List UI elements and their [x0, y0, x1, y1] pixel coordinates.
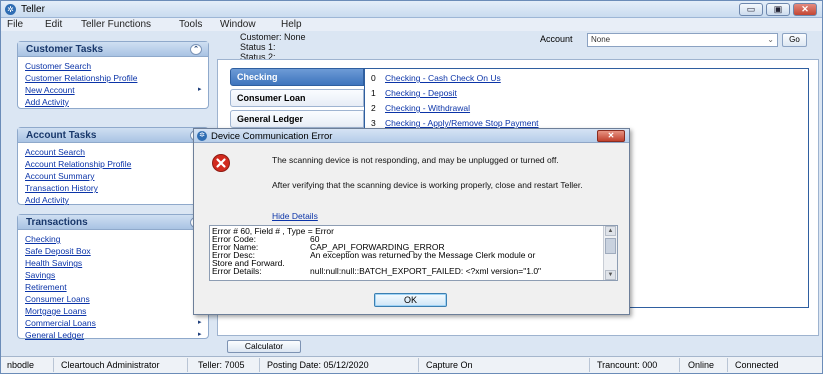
account-search-link[interactable]: Account Search: [25, 146, 208, 158]
transactions-item-commercial-loans[interactable]: Commercial Loans ▸: [25, 317, 208, 329]
status-connected: Connected: [735, 360, 779, 370]
collapse-icon[interactable]: ⌃: [190, 44, 202, 55]
menu-help[interactable]: Help: [281, 19, 302, 30]
transactions-item-checking[interactable]: Checking: [25, 233, 208, 245]
customer-tasks-header: Customer Tasks ⌃: [18, 42, 208, 57]
menu-tools[interactable]: Tools: [179, 19, 202, 30]
menu-edit[interactable]: Edit: [45, 19, 62, 30]
account-summary-link[interactable]: Account Summary: [25, 170, 208, 182]
teller-logo-icon: ✲: [197, 131, 207, 141]
deposit-link[interactable]: Checking - Deposit: [385, 88, 457, 98]
status-role: Cleartouch Administrator: [61, 360, 160, 370]
status-teller: Teller: 7005: [198, 360, 245, 370]
tab-general-ledger[interactable]: General Ledger: [230, 110, 364, 128]
transactions-item-general-ledger[interactable]: General Ledger ▸: [25, 329, 208, 341]
status-capture: Capture On: [426, 360, 473, 370]
customer-info: Customer: None Status 1: Status 2:: [240, 32, 306, 62]
chevron-down-icon: ⌄: [767, 35, 774, 44]
calculator-button[interactable]: Calculator: [227, 340, 301, 353]
transactions-item-retirement[interactable]: Retirement: [25, 281, 208, 293]
new-account-label: New Account: [25, 85, 75, 95]
hide-details-link[interactable]: Hide Details: [272, 211, 318, 221]
transactions-item-health-savings[interactable]: Health Savings: [25, 257, 208, 269]
maximize-button[interactable]: ▣: [766, 3, 790, 16]
error-desc-value: An exception was returned by the Message…: [310, 250, 536, 260]
window-title: Teller: [21, 4, 45, 15]
error-details-row: Error Details: null:null:null::BATCH_EXPO…: [212, 266, 541, 276]
status-posting-date: Posting Date: 05/12/2020: [267, 360, 369, 370]
customer-tasks-panel: Customer Tasks ⌃ Customer Search Custome…: [17, 41, 209, 109]
transactions-header: Transactions ⌃: [18, 215, 208, 230]
customer-label: Customer: None: [240, 32, 306, 42]
error-icon: [212, 154, 230, 172]
customer-search-link[interactable]: Customer Search: [25, 60, 208, 72]
stop-payment-link[interactable]: Checking - Apply/Remove Stop Payment: [385, 118, 539, 128]
cash-check-link[interactable]: Checking - Cash Check On Us: [385, 73, 501, 83]
scroll-up-icon[interactable]: ▲: [605, 226, 616, 236]
add-activity-link[interactable]: Add Activity: [25, 194, 208, 206]
customer-tasks-title: Customer Tasks: [26, 44, 104, 55]
menu-bar: File Edit Teller Functions Tools Window …: [1, 18, 822, 31]
close-button[interactable]: ✕: [793, 3, 817, 16]
account-select[interactable]: None ⌄: [587, 33, 778, 47]
dialog-close-button[interactable]: ✕: [597, 130, 625, 142]
account-tasks-title: Account Tasks: [26, 130, 97, 141]
account-tasks-header: Account Tasks ⌃: [18, 128, 208, 143]
ok-button[interactable]: OK: [374, 293, 447, 307]
device-communication-error-dialog: ✲ Device Communication Error ✕ The scann…: [193, 128, 630, 315]
submenu-arrow-icon: ▸: [198, 331, 202, 338]
account-select-value: None: [591, 35, 611, 44]
list-item: 2 Checking - Withdrawal: [371, 103, 471, 113]
dialog-title: Device Communication Error: [211, 131, 333, 142]
dialog-message: The scanning device is not responding, a…: [272, 155, 559, 165]
general-ledger-label: General Ledger: [25, 330, 85, 340]
transactions-item-safe-deposit-box[interactable]: Safe Deposit Box: [25, 245, 208, 257]
error-details-value: null:null:null::BATCH_EXPORT_FAILED: <?x…: [310, 266, 542, 276]
go-button[interactable]: Go: [782, 33, 807, 47]
account-relationship-profile-link[interactable]: Account Relationship Profile: [25, 158, 208, 170]
dialog-instruction: After verifying that the scanning device…: [272, 180, 583, 190]
commercial-loans-label: Commercial Loans: [25, 318, 96, 328]
menu-window[interactable]: Window: [220, 19, 256, 30]
submenu-arrow-icon: ▸: [198, 86, 202, 93]
withdrawal-link[interactable]: Checking - Withdrawal: [385, 103, 470, 113]
submenu-arrow-icon: ▸: [198, 319, 202, 326]
transactions-item-consumer-loans[interactable]: Consumer Loans: [25, 293, 208, 305]
status-online: Online: [688, 360, 715, 370]
tab-checking[interactable]: Checking: [230, 68, 364, 86]
customer-relationship-profile-link[interactable]: Customer Relationship Profile: [25, 72, 208, 84]
list-item: 1 Checking - Deposit: [371, 88, 457, 98]
error-details-box[interactable]: Error # 60, Field # , Type = Error Error…: [209, 225, 618, 281]
list-item: 3 Checking - Apply/Remove Stop Payment: [371, 118, 539, 128]
scroll-thumb[interactable]: [605, 238, 616, 254]
status-trancount: Trancount: 000: [597, 360, 658, 370]
transactions-panel: Transactions ⌃ Checking Safe Deposit Box…: [17, 214, 209, 341]
status1-label: Status 1:: [240, 42, 276, 52]
title-bar: ✲ Teller ▭ ▣ ✕: [1, 1, 822, 18]
tab-consumer-loan[interactable]: Consumer Loan: [230, 89, 364, 107]
add-activity-link[interactable]: Add Activity: [25, 96, 208, 108]
list-item: 0 Checking - Cash Check On Us: [371, 73, 501, 83]
scroll-down-icon[interactable]: ▼: [605, 270, 616, 280]
minimize-button[interactable]: ▭: [739, 3, 763, 16]
menu-file[interactable]: File: [7, 19, 23, 30]
menu-teller-functions[interactable]: Teller Functions: [81, 19, 151, 30]
new-account-link[interactable]: New Account ▸: [25, 84, 208, 96]
transactions-title: Transactions: [26, 217, 88, 228]
status-bar: nbodle Cleartouch Administrator Teller: …: [1, 356, 822, 373]
transactions-item-mortgage-loans[interactable]: Mortgage Loans: [25, 305, 208, 317]
error-details-label: Error Details:: [212, 266, 262, 276]
transaction-history-link[interactable]: Transaction History: [25, 182, 208, 194]
account-label: Account: [540, 34, 573, 44]
status-user: nbodle: [7, 360, 35, 370]
teller-window: ✲ Teller ▭ ▣ ✕ File Edit Teller Function…: [0, 0, 823, 374]
details-scrollbar[interactable]: ▲ ▼: [603, 226, 617, 280]
transactions-item-savings[interactable]: Savings: [25, 269, 208, 281]
teller-logo-icon: ✲: [5, 4, 16, 15]
account-tasks-panel: Account Tasks ⌃ Account Search Account R…: [17, 127, 209, 205]
dialog-title-bar: ✲ Device Communication Error ✕: [194, 129, 629, 143]
